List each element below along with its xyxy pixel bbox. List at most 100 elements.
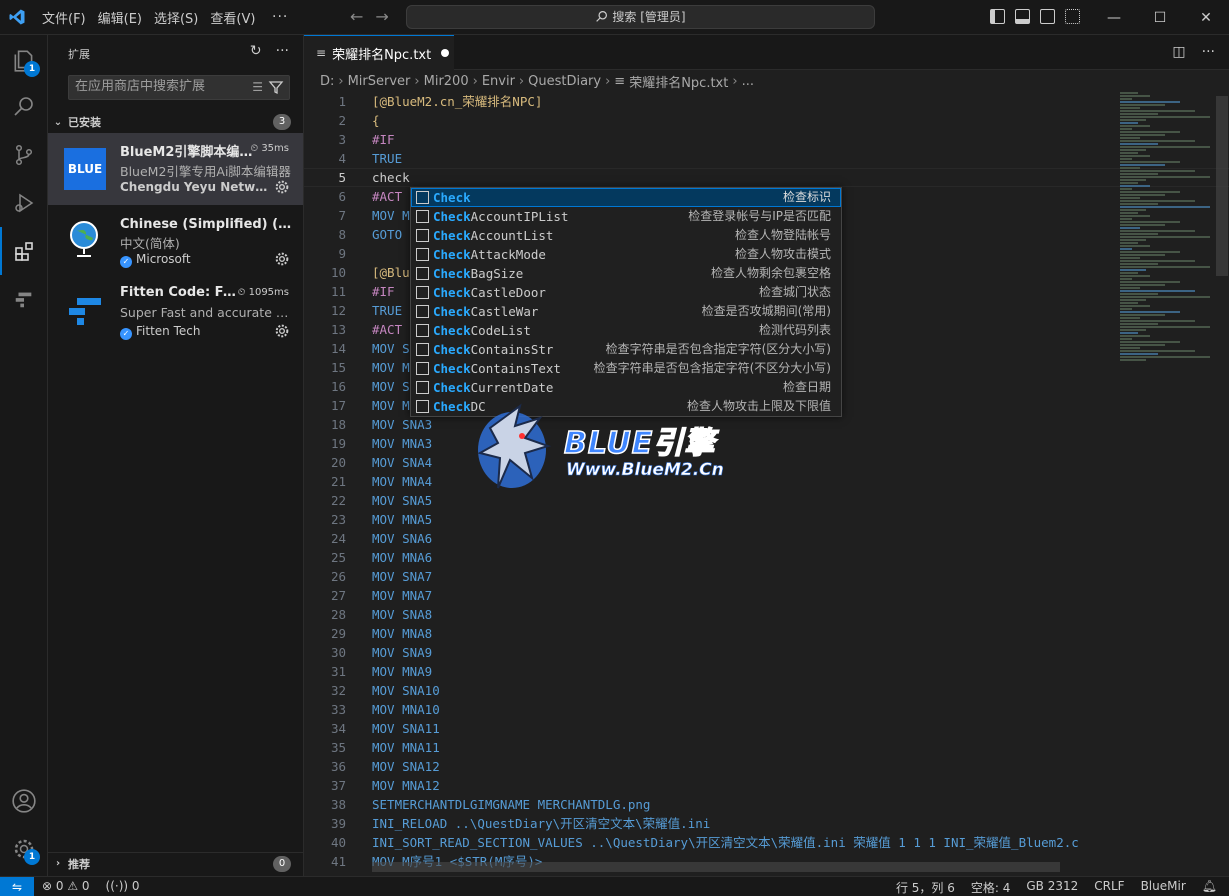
end-of-line[interactable]: CRLF — [1094, 879, 1124, 896]
code-line[interactable]: 5 check — [304, 168, 1229, 187]
code-line[interactable]: 36 MOV SNA12 — [304, 757, 1229, 776]
minimap-row — [1120, 326, 1210, 328]
toggle-panel-icon[interactable] — [1015, 9, 1030, 24]
code-line[interactable]: 29 MOV MNA8 — [304, 624, 1229, 643]
filter-icon[interactable] — [268, 79, 284, 95]
clear-filter-icon[interactable]: ☰ — [252, 80, 263, 94]
code-line[interactable]: 40 INI_SORT_READ_SECTION_VALUES ..\QuestD… — [304, 833, 1229, 852]
menu-view[interactable]: 查看(V) — [204, 8, 261, 27]
breadcrumb-item[interactable]: QuestDiary — [528, 74, 601, 89]
menu-selection[interactable]: 选择(S) — [148, 8, 204, 27]
code-line[interactable]: 35 MOV MNA11 — [304, 738, 1229, 757]
indentation[interactable]: 空格: 4 — [971, 879, 1011, 896]
back-arrow-icon[interactable]: ← — [350, 7, 363, 26]
breadcrumb-item[interactable]: Mir200 — [424, 74, 469, 89]
extensions-button[interactable] — [0, 227, 48, 275]
manage-button[interactable]: 1 — [0, 825, 48, 873]
installed-section-header[interactable]: ⌄ 已安装 3 — [48, 111, 303, 133]
code-line[interactable]: 37 MOV MNA12 — [304, 776, 1229, 795]
menu-more-button[interactable]: ··· — [272, 9, 288, 25]
suggestion-item[interactable]: CheckCodeList 检测代码列表 — [411, 321, 841, 340]
cursor-position[interactable]: 行 5，列 6 — [896, 879, 955, 896]
code-text: INI_SORT_READ_SECTION_VALUES ..\QuestDia… — [372, 835, 1079, 850]
code-text: MOV MNA4 — [372, 474, 433, 489]
code-line[interactable]: 32 MOV SNA10 — [304, 681, 1229, 700]
menu-file[interactable]: 文件(F) — [36, 8, 92, 27]
code-text: MOV MNA6 — [372, 550, 433, 565]
close-icon[interactable]: ✕ — [1183, 0, 1229, 35]
code-line[interactable]: 26 MOV SNA7 — [304, 567, 1229, 586]
code-line[interactable]: 24 MOV SNA6 — [304, 529, 1229, 548]
encoding[interactable]: GB 2312 — [1026, 879, 1078, 896]
gear-icon[interactable] — [274, 323, 290, 339]
suggestion-item[interactable]: CheckBagSize 检查人物剩余包裹空格 — [411, 264, 841, 283]
code-line[interactable]: 27 MOV MNA7 — [304, 586, 1229, 605]
breadcrumb-item[interactable]: ... — [742, 74, 754, 89]
code-line[interactable]: 4 TRUE — [304, 149, 1229, 168]
toggle-secondary-sidebar-icon[interactable] — [1040, 9, 1055, 24]
problems-indicator[interactable]: ⊗ 0 ⚠ 0 — [42, 879, 90, 893]
extension-item-fitten[interactable]: Fitten Code: Faster and Better AI Assist… — [48, 277, 303, 349]
suggestion-item[interactable]: CheckAccountList 检查人物登陆帐号 — [411, 226, 841, 245]
minimap-row — [1120, 143, 1158, 145]
code-line[interactable]: 23 MOV MNA5 — [304, 510, 1229, 529]
recommended-section-header[interactable]: › 推荐 0 — [48, 852, 303, 874]
code-line[interactable]: 34 MOV SNA11 — [304, 719, 1229, 738]
customize-layout-icon[interactable] — [1065, 9, 1080, 24]
remote-indicator-icon[interactable]: ⇋ — [0, 877, 34, 896]
code-line[interactable]: 25 MOV MNA6 — [304, 548, 1229, 567]
bell-icon[interactable]: 🔔︎ — [1202, 879, 1217, 896]
forward-arrow-icon[interactable]: → — [375, 7, 388, 26]
suggestion-item[interactable]: CheckAttackMode 检查人物攻击模式 — [411, 245, 841, 264]
suggestion-item[interactable]: CheckCastleWar 检查是否攻城期间(常用) — [411, 302, 841, 321]
command-center-search[interactable]: 搜索 [管理员] — [406, 5, 875, 29]
breadcrumb-item[interactable]: D: — [320, 74, 334, 89]
gear-icon[interactable] — [274, 251, 290, 267]
code-line[interactable]: 31 MOV MNA9 — [304, 662, 1229, 681]
fitten-code-button[interactable] — [0, 275, 48, 323]
code-line[interactable]: 39 INI_RELOAD ..\QuestDiary\开区清空文本\荣耀值.in… — [304, 814, 1229, 833]
code-line[interactable]: 2{ — [304, 111, 1229, 130]
source-control-button[interactable] — [0, 131, 48, 179]
horizontal-scrollbar[interactable] — [372, 862, 1060, 872]
language-mode[interactable]: BlueMir — [1141, 879, 1186, 896]
code-line[interactable]: 33 MOV MNA10 — [304, 700, 1229, 719]
run-debug-button[interactable] — [0, 179, 48, 227]
gear-icon[interactable] — [274, 179, 290, 195]
extension-item-chinese[interactable]: Chinese (Simplified) (简体中文) 中文(简体) ✓Micr… — [48, 205, 303, 277]
minimap[interactable] — [1114, 92, 1214, 362]
breadcrumb-item[interactable]: Envir — [482, 74, 515, 89]
code-line[interactable]: 28 MOV SNA8 — [304, 605, 1229, 624]
suggestion-item[interactable]: CheckContainsText 检查字符串是否包含指定字符(不区分大小写) — [411, 359, 841, 378]
more-actions-icon[interactable]: ··· — [1202, 44, 1215, 60]
vertical-scrollbar[interactable] — [1215, 92, 1229, 876]
search-view-button[interactable] — [0, 83, 48, 131]
explorer-button[interactable]: 1 — [0, 37, 48, 85]
refresh-icon[interactable]: ↻ — [250, 43, 262, 59]
line-number: 38 — [330, 797, 346, 812]
extension-search-input[interactable] — [75, 79, 245, 94]
maximize-icon[interactable]: ☐ — [1137, 0, 1183, 35]
unsaved-dot-icon[interactable] — [441, 49, 450, 57]
split-editor-icon[interactable]: ◫ — [1172, 44, 1185, 60]
toggle-primary-sidebar-icon[interactable] — [990, 9, 1005, 24]
suggestion-item[interactable]: CheckCastleDoor 检查城门状态 — [411, 283, 841, 302]
code-line[interactable]: 3 #IF — [304, 130, 1229, 149]
code-line[interactable]: 1 [@BlueM2.cn_荣耀排名NPC] — [304, 92, 1229, 111]
breadcrumb-item[interactable]: 荣耀排名Npc.txt — [629, 72, 728, 91]
extension-item-bluem2[interactable]: BLUE BlueM2引擎脚本编辑器 ⏲ 35ms BlueM2引擎专用Ai脚本… — [48, 133, 303, 205]
suggestion-item[interactable]: Check 检查标识 — [411, 188, 841, 207]
ports-indicator[interactable]: ((·)) 0 — [106, 879, 140, 893]
breadcrumb-item[interactable]: MirServer — [348, 74, 411, 89]
suggestion-item[interactable]: CheckCurrentDate 检查日期 — [411, 378, 841, 397]
menu-edit[interactable]: 编辑(E) — [92, 8, 148, 27]
code-line[interactable]: 38 SETMERCHANTDLGIMGNAME MERCHANTDLG.png — [304, 795, 1229, 814]
scroll-thumb[interactable] — [1216, 96, 1228, 276]
more-actions-icon[interactable]: ··· — [276, 43, 289, 59]
minimize-icon[interactable]: — — [1091, 0, 1137, 35]
accounts-button[interactable] — [0, 777, 48, 825]
suggestion-item[interactable]: CheckAccountIPList 检查登录帐号与IP是否匹配 — [411, 207, 841, 226]
suggestion-item[interactable]: CheckContainsStr 检查字符串是否包含指定字符(区分大小写) — [411, 340, 841, 359]
editor-tab[interactable]: ≡ 荣耀排名Npc.txt — [304, 35, 454, 70]
code-line[interactable]: 30 MOV SNA9 — [304, 643, 1229, 662]
